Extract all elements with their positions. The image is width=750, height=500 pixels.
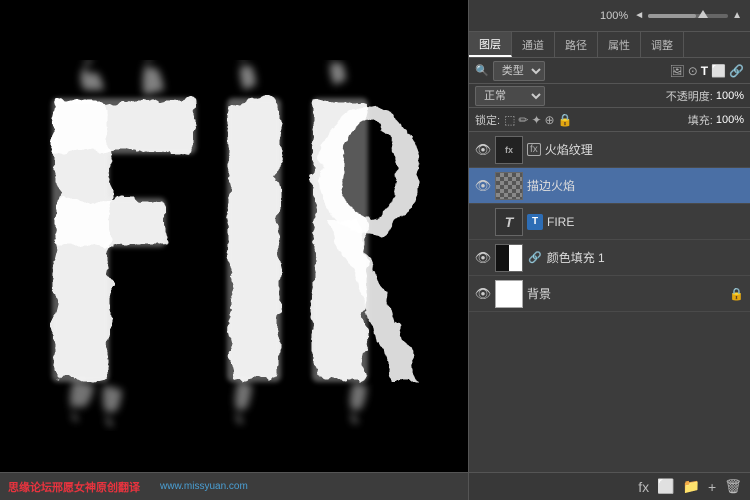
layer-name-1: 火焰纹理	[545, 141, 744, 158]
layer-visibility-2[interactable]: 👁	[475, 178, 491, 194]
layer-thumb-3: T	[495, 208, 523, 236]
opacity-label: 不透明度:	[666, 88, 713, 104]
zoom-slider[interactable]	[648, 14, 728, 18]
layer-name-2: 描边火焰	[527, 177, 744, 194]
search-icon-text[interactable]: T	[701, 64, 708, 78]
layer-thumb-2	[495, 172, 523, 200]
fill-label: 填充:	[688, 112, 713, 128]
zoom-arrow-left[interactable]: ◄	[634, 10, 644, 21]
layer-item[interactable]: 👁 背景 🔒	[469, 276, 750, 312]
search-icon: 🔍	[475, 64, 489, 77]
search-icon-shape[interactable]: ⬜	[711, 64, 726, 78]
layer-visibility-4[interactable]: 👁	[475, 250, 491, 266]
tab-properties[interactable]: 属性	[598, 32, 641, 57]
lock-artboard-icon[interactable]: ⊕	[545, 113, 555, 127]
lock-label: 锁定:	[475, 112, 500, 128]
lock-position-icon[interactable]: ✦	[531, 113, 541, 127]
layer-item[interactable]: T T FIRE	[469, 204, 750, 240]
fire-text-container	[0, 0, 468, 500]
blend-row: 正常 不透明度: 100%	[469, 84, 750, 108]
canvas-area: 思缘论坛邢愿女神原创翻译 www.missyuan.com	[0, 0, 468, 500]
right-panel: 100% ◄ ▲ 图层 通道 路径 属性 调整 🔍 类型 🖼	[468, 0, 750, 500]
fill-control: 填充: 100%	[688, 112, 744, 128]
layer-name-4: 颜色填充 1	[547, 249, 744, 266]
bottom-bar: 思缘论坛邢愿女神原创翻译 www.missyuan.com	[0, 472, 468, 500]
zoom-value: 100%	[600, 10, 628, 22]
layer-name-3: FIRE	[547, 215, 744, 229]
layer-visibility-5[interactable]: 👁	[475, 286, 491, 302]
tab-channels[interactable]: 通道	[512, 32, 555, 57]
search-icon-smart[interactable]: 🔗	[729, 64, 744, 78]
watermark-text: 思缘论坛邢愿女神原创翻译	[8, 479, 140, 495]
main-layout: 思缘论坛邢愿女神原创翻译 www.missyuan.com 100% ◄ ▲ 图…	[0, 0, 750, 500]
layer-thumb-1: fx	[495, 136, 523, 164]
panel-delete-button[interactable]: 🗑	[724, 478, 742, 495]
panel-tabs: 图层 通道 路径 属性 调整	[469, 32, 750, 58]
lock-transparency-icon[interactable]: ⬚	[504, 113, 515, 127]
canvas-content: 思缘论坛邢愿女神原创翻译 www.missyuan.com	[0, 0, 468, 500]
panel-toolbar: 100% ◄ ▲	[469, 0, 750, 32]
blend-mode-select[interactable]: 正常	[475, 86, 545, 106]
panel-group-button[interactable]: 📁	[683, 478, 700, 495]
layer-thumb-4	[495, 244, 523, 272]
search-type-select[interactable]: 类型	[493, 61, 545, 81]
fill-value[interactable]: 100%	[716, 114, 744, 126]
lock-row: 锁定: ⬚ ✏ ✦ ⊕ 🔒 填充: 100%	[469, 108, 750, 132]
opacity-value[interactable]: 100%	[716, 90, 744, 102]
search-icon-adjust[interactable]: ⊙	[688, 64, 698, 78]
search-icons-right: 🖼 ⊙ T ⬜ 🔗	[669, 64, 744, 78]
zoom-arrow-right[interactable]: ▲	[732, 10, 742, 21]
search-icon-image[interactable]: 🖼	[669, 64, 684, 78]
layer-thumb-5	[495, 280, 523, 308]
layer-fx-badge-1: fx	[527, 143, 541, 156]
panel-new-layer-button[interactable]: +	[708, 479, 716, 495]
panel-bottom: fx ⬜ 📁 + 🗑	[469, 472, 750, 500]
layer-link-icon-4: 🔗	[528, 251, 542, 264]
watermark-url: www.missyuan.com	[160, 481, 248, 492]
zoom-control: 100% ◄ ▲	[600, 10, 742, 22]
layer-lock-icon-5: 🔒	[729, 287, 744, 301]
panel-search: 🔍 类型 🖼 ⊙ T ⬜ 🔗	[469, 58, 750, 84]
tab-adjustments[interactable]: 调整	[641, 32, 684, 57]
panel-mask-button[interactable]: ⬜	[657, 478, 674, 495]
lock-icons: ⬚ ✏ ✦ ⊕ 🔒	[504, 113, 572, 127]
layers-list: 👁 fx fx 火焰纹理 👁 描边火焰 T	[469, 132, 750, 472]
tab-paths[interactable]: 路径	[555, 32, 598, 57]
lock-paint-icon[interactable]: ✏	[518, 113, 528, 127]
panel-fx-button[interactable]: fx	[638, 479, 649, 495]
layer-type-icon-3: T	[527, 214, 543, 230]
tab-layers[interactable]: 图层	[469, 32, 512, 57]
layer-name-5: 背景	[527, 285, 725, 302]
layer-item[interactable]: 👁 fx fx 火焰纹理	[469, 132, 750, 168]
lock-all-icon[interactable]: 🔒	[558, 113, 573, 127]
opacity-control: 不透明度: 100%	[666, 88, 744, 104]
layer-item[interactable]: 👁 描边火焰	[469, 168, 750, 204]
layer-item[interactable]: 👁 🔗 颜色填充 1	[469, 240, 750, 276]
layer-visibility-1[interactable]: 👁	[475, 142, 491, 158]
